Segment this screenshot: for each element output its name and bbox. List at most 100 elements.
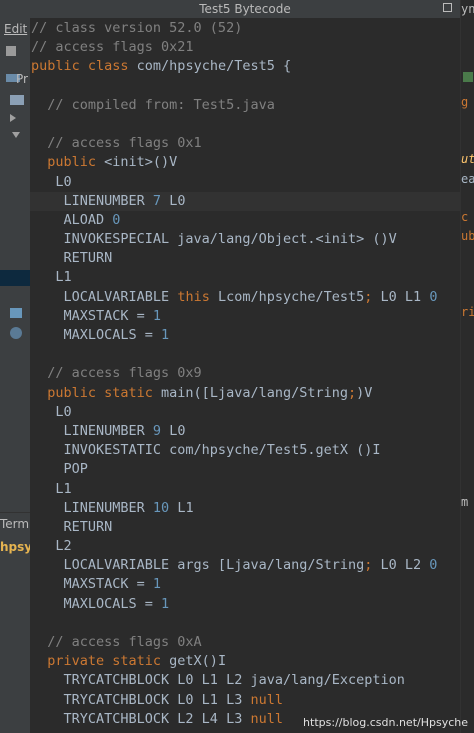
code-token: // access flags 0xA: [31, 634, 202, 650]
code-line[interactable]: // compiled from: Test5.java: [30, 96, 460, 115]
window-title: Test5 Bytecode: [199, 2, 291, 16]
code-line[interactable]: L0: [30, 173, 460, 192]
code-token: 1: [161, 595, 170, 612]
code-token: null: [250, 691, 283, 708]
code-token: RETURN: [31, 250, 113, 267]
bytecode-window-titlebar[interactable]: Test5 Bytecode: [30, 0, 460, 19]
code-line[interactable]: // access flags 0x9: [30, 364, 460, 383]
folder-icon: [10, 95, 24, 105]
code-token: com/hpsyche/Test5 {: [136, 58, 292, 75]
code-line[interactable]: LOCALVARIABLE this Lcom/hpsyche/Test5; L…: [30, 288, 460, 307]
code-line[interactable]: MAXSTACK = 1: [30, 575, 460, 594]
code-line[interactable]: MAXLOCALS = 1: [30, 595, 460, 614]
code-line[interactable]: L0: [30, 403, 460, 422]
code-line[interactable]: LINENUMBER 7 L0: [30, 191, 460, 211]
code-token: RETURN: [31, 518, 113, 535]
save-icon[interactable]: [6, 46, 16, 56]
code-line[interactable]: private static getX()I: [30, 652, 460, 671]
expand-arrow-icon[interactable]: [10, 114, 16, 122]
code-token: L1: [31, 269, 72, 286]
code-token: L0 L1: [372, 288, 430, 305]
code-line[interactable]: MAXLOCALS = 1: [30, 326, 460, 345]
code-line[interactable]: LINENUMBER 10 L1: [30, 499, 460, 518]
code-token: main([Ljava/lang/String: [161, 384, 348, 401]
code-line[interactable]: L2: [30, 537, 460, 556]
code-token: MAXLOCALS =: [31, 327, 162, 343]
code-line[interactable]: RETURN: [30, 518, 460, 537]
code-line[interactable]: TRYCATCHBLOCK L0 L1 L3 null: [30, 691, 460, 710]
code-line[interactable]: public static main([Ljava/lang/String;)V: [30, 384, 460, 403]
code-token: LOCALVARIABLE args [Ljava/lang/String: [31, 557, 365, 574]
code-token: TRYCATCHBLOCK L0 L1 L2 java/lang/Excepti…: [31, 672, 405, 689]
code-line[interactable]: // access flags 0xA: [30, 633, 460, 652]
code-token: // compiled from: Test5.java: [31, 96, 275, 113]
menu-edit[interactable]: Edit: [4, 22, 27, 36]
code-line[interactable]: RETURN: [30, 249, 460, 268]
code-token: LOCALVARIABLE: [31, 288, 178, 305]
code-token: 1: [152, 576, 162, 593]
code-line[interactable]: [30, 115, 460, 134]
code-token: POP: [31, 461, 88, 478]
collapse-arrow-icon[interactable]: [12, 132, 20, 138]
code-line[interactable]: L1: [30, 268, 460, 287]
bytecode-view[interactable]: // class version 52.0 (52) // access flag…: [30, 19, 460, 733]
code-line[interactable]: LINENUMBER 9 L0: [30, 422, 460, 441]
code-token: ;: [347, 384, 357, 401]
code-line[interactable]: // access flags 0x21: [30, 38, 460, 57]
code-line[interactable]: // access flags 0x1: [30, 134, 460, 153]
code-line[interactable]: [30, 77, 460, 96]
code-line[interactable]: public <init>()V: [30, 153, 460, 172]
terminal-tab[interactable]: Termi: [0, 517, 32, 531]
selected-tree-row[interactable]: [0, 270, 30, 286]
ide-left-panel: Edit Pr Termi hpsyc: [0, 0, 39, 733]
code-token: public: [31, 154, 105, 171]
code-token: getX()I: [169, 653, 227, 670]
code-token: 0: [429, 557, 438, 574]
code-token: 0: [112, 211, 121, 228]
code-token: 7: [152, 192, 162, 209]
code-token: LINENUMBER: [31, 499, 153, 516]
code-token: // access flags 0x21: [31, 39, 194, 56]
watermark: https://blog.csdn.net/Hpsyche: [303, 716, 468, 729]
code-token: L0: [161, 192, 186, 209]
code-line[interactable]: INVOKESTATIC com/hpsyche/Test5.getX ()I: [30, 441, 460, 460]
code-line[interactable]: // class version 52.0 (52): [30, 19, 460, 38]
code-line[interactable]: MAXSTACK = 1: [30, 307, 460, 326]
chart-icon: [10, 308, 22, 318]
code-token: L1: [169, 499, 194, 516]
right-fragment: yn: [461, 2, 474, 16]
code-token: 9: [152, 422, 162, 439]
right-fragment: ub: [461, 229, 474, 243]
code-line[interactable]: [30, 345, 460, 364]
code-token: L0 L2: [372, 557, 430, 574]
code-token: <init>()V: [104, 154, 178, 171]
code-token: Lcom/hpsyche/Test5: [209, 288, 365, 305]
code-token: MAXLOCALS =: [31, 595, 162, 612]
code-token: ALOAD: [31, 211, 113, 228]
terminal-tab-bar: Termi: [0, 512, 32, 535]
code-token: // access flags 0x1: [31, 135, 202, 152]
code-token: 0: [429, 288, 438, 305]
maximize-icon[interactable]: [443, 3, 452, 12]
code-line[interactable]: INVOKESPECIAL java/lang/Object.<init> ()…: [30, 230, 460, 249]
code-token: L0: [161, 422, 186, 439]
code-token: TRYCATCHBLOCK L2 L4 L3: [31, 710, 251, 727]
code-line[interactable]: POP: [30, 460, 460, 479]
code-token: LINENUMBER: [31, 422, 153, 439]
run-icon[interactable]: [463, 72, 473, 82]
code-token: TRYCATCHBLOCK L0 L1 L3: [31, 691, 251, 708]
code-line[interactable]: L1: [30, 480, 460, 499]
code-line[interactable]: [30, 614, 460, 633]
code-token: MAXSTACK =: [31, 576, 153, 593]
code-line[interactable]: LOCALVARIABLE args [Ljava/lang/String; L…: [30, 556, 460, 575]
code-token: )V: [356, 384, 373, 401]
code-token: L0: [31, 403, 72, 420]
code-token: L0: [31, 173, 72, 190]
right-fragment: c: [461, 210, 469, 224]
code-line[interactable]: ALOAD 0: [30, 211, 460, 230]
project-tab[interactable]: Pr: [16, 72, 28, 86]
ide-right-editor: yn g ut ea c ub ri m: [460, 0, 474, 733]
code-line[interactable]: public class com/hpsyche/Test5 {: [30, 57, 460, 76]
code-line[interactable]: TRYCATCHBLOCK L0 L1 L2 java/lang/Excepti…: [30, 671, 460, 690]
right-fragment: g: [461, 95, 469, 109]
